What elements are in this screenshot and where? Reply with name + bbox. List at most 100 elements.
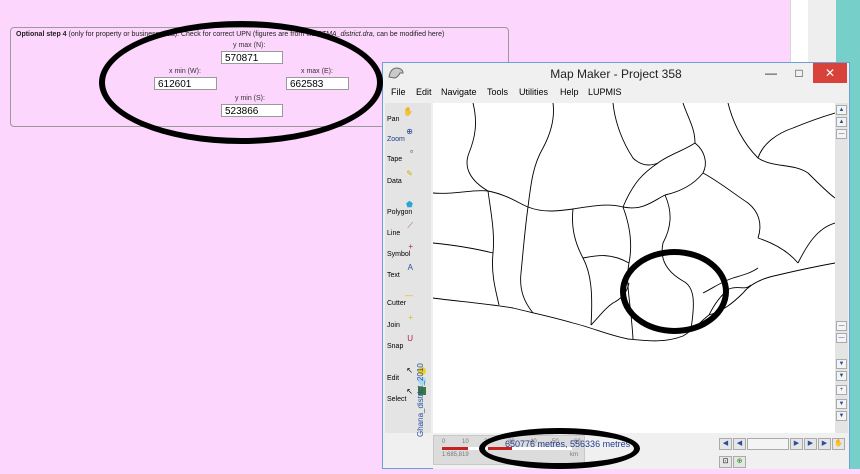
select-cursor-icon: ↖: [406, 387, 413, 396]
scroll-down-button-2[interactable]: ▼: [836, 399, 847, 409]
nav-first-button[interactable]: ◀: [719, 438, 732, 450]
district-boundary: [797, 222, 835, 264]
tool-text[interactable]: A Text: [387, 263, 415, 279]
tool-edit[interactable]: ↖ Edit: [387, 366, 415, 382]
menu-navigate[interactable]: Navigate: [441, 87, 477, 97]
tool-pan[interactable]: ✋ Pan: [387, 107, 415, 123]
district-boundary: [702, 172, 761, 239]
scale-tick: 10: [462, 439, 469, 445]
district-boundary: [661, 194, 694, 330]
scale-unit: km: [570, 452, 578, 458]
district-boundary: [702, 267, 759, 294]
district-boundary: [664, 142, 706, 196]
maximize-button[interactable]: □: [785, 63, 813, 83]
nav-end-button[interactable]: ▶: [818, 438, 831, 450]
x-max-field[interactable]: 662583: [286, 77, 349, 90]
close-button[interactable]: ✕: [813, 63, 847, 83]
x-min-field[interactable]: 612601: [154, 77, 217, 90]
y-min-field[interactable]: 523866: [221, 104, 283, 117]
district-boundary: [590, 282, 630, 326]
menu-bar: File Edit Navigate Tools Utilities Help …: [383, 85, 849, 102]
zoom-extent-icon[interactable]: ⊡: [719, 456, 732, 468]
join-plus-icon: +: [408, 313, 413, 322]
scale-tick: 20: [484, 439, 491, 445]
tool-tape[interactable]: ▫ Tape: [387, 147, 415, 163]
cursor-coordinates: 650776 metres, 556336 metres: [505, 439, 631, 449]
district-boundary: [622, 103, 696, 208]
tool-polygon[interactable]: ⬟ Polygon: [387, 200, 415, 216]
district-boundary: [433, 190, 666, 212]
district-boundary: [582, 255, 630, 264]
status-bar: 0 10 20 30 40 50 60 1:685,819 km 650776 …: [433, 433, 849, 469]
district-boundary: [520, 206, 534, 314]
district-boundary: [487, 190, 500, 306]
scale-segment: [442, 447, 468, 450]
symbol-plus-icon: +: [408, 242, 413, 251]
step-4-title: Optional step 4 (only for property or bu…: [16, 31, 445, 38]
nav-last-button[interactable]: ▶: [804, 438, 817, 450]
nav-next-button[interactable]: ▶: [790, 438, 803, 450]
text-a-icon: A: [407, 263, 413, 272]
snap-magnet-icon: U: [407, 334, 413, 343]
zoom-in-button[interactable]: +: [836, 385, 847, 395]
menu-lupmis[interactable]: LUPMIS: [588, 87, 622, 97]
scroll-track-marker[interactable]: —: [836, 321, 847, 331]
tape-icon: ▫: [410, 147, 413, 156]
cutter-icon: —: [405, 291, 413, 300]
scale-segment: [468, 447, 488, 450]
line-icon: ⟋: [407, 221, 413, 230]
menu-utilities[interactable]: Utilities: [519, 87, 548, 97]
tool-zoom[interactable]: ⊕ Zoom: [387, 127, 415, 143]
tool-symbol[interactable]: + Symbol: [387, 242, 415, 258]
map-maker-window: Map Maker - Project 358 — □ ✕ File Edit …: [382, 62, 850, 469]
polygon-icon: ⬟: [406, 200, 413, 209]
district-map: [433, 103, 835, 342]
tool-select[interactable]: ↖ Select: [387, 387, 415, 403]
menu-help[interactable]: Help: [560, 87, 579, 97]
scroll-track-marker[interactable]: —: [836, 333, 847, 343]
scroll-top-button[interactable]: ▲: [836, 117, 847, 127]
map-canvas[interactable]: [433, 103, 835, 433]
data-pencil-icon: ✎: [406, 169, 413, 178]
nav-prev-button[interactable]: ◀: [733, 438, 746, 450]
district-boundary: [708, 284, 752, 316]
add-layer-icon[interactable]: ⊕: [733, 456, 746, 468]
district-boundary: [466, 103, 489, 192]
menu-file[interactable]: File: [391, 87, 406, 97]
scroll-up-button[interactable]: ▲: [836, 105, 847, 115]
scroll-down-button[interactable]: ▼: [836, 359, 847, 369]
x-max-label: x max (E):: [301, 68, 333, 75]
scroll-minus-button[interactable]: —: [836, 129, 847, 139]
district-boundary: [527, 103, 554, 208]
x-min-label: x min (W):: [169, 68, 201, 75]
y-max-label: y max (N):: [233, 42, 266, 49]
district-boundary: [622, 206, 634, 340]
tool-palette: ✋ Pan ⊕ Zoom ▫ Tape ✎ Data ⬟ Polygon ⟋ Line + S…: [385, 103, 431, 437]
edit-cursor-icon: ↖: [406, 366, 413, 375]
pan-tool-icon[interactable]: ✋: [832, 438, 845, 450]
district-boundary: [433, 242, 494, 254]
tool-data[interactable]: ✎ Data: [387, 169, 415, 185]
tool-join[interactable]: + Join: [387, 313, 415, 329]
y-min-label: y min (S):: [235, 95, 265, 102]
minimize-button[interactable]: —: [757, 63, 785, 83]
layer-name-label: Ghana_district_2010: [416, 363, 425, 437]
district-boundary: [757, 237, 799, 264]
district-boundary: [727, 103, 835, 199]
scale-ratio: 1:685,819: [442, 452, 469, 458]
district-boundary: [572, 208, 593, 326]
menu-tools[interactable]: Tools: [487, 87, 508, 97]
y-max-field[interactable]: 570871: [221, 51, 283, 64]
zoom-icon: ⊕: [406, 127, 413, 136]
scroll-bottom-button[interactable]: ▼: [836, 371, 847, 381]
district-boundary: [612, 103, 659, 166]
map-vertical-scrollbar[interactable]: ▲ ▲ — — — ▼ ▼ + ▼ ▼: [835, 103, 848, 433]
tool-snap[interactable]: U Snap: [387, 334, 415, 350]
scroll-down-button-3[interactable]: ▼: [836, 411, 847, 421]
tool-line[interactable]: ⟋ Line: [387, 221, 415, 237]
menu-edit[interactable]: Edit: [416, 87, 432, 97]
window-titlebar[interactable]: Map Maker - Project 358 — □ ✕: [383, 63, 849, 85]
district-boundary: [757, 112, 835, 159]
horizontal-scroll-track[interactable]: [747, 438, 789, 450]
tool-cutter[interactable]: — Cutter: [387, 291, 415, 307]
